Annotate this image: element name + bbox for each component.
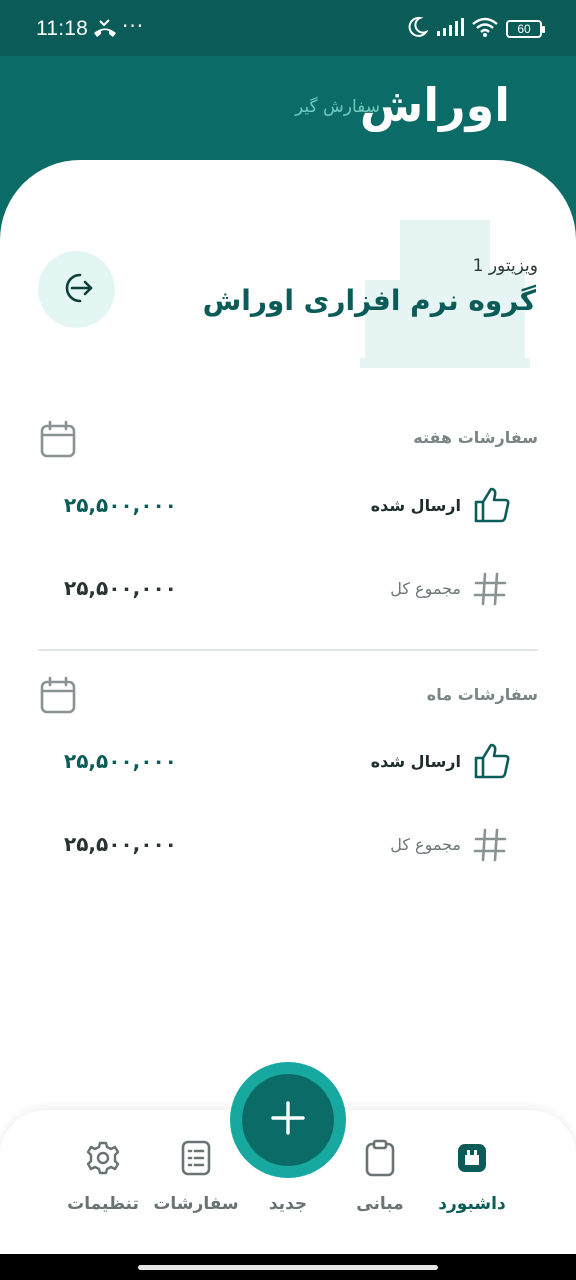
moon-icon	[406, 16, 429, 42]
clipboard-icon	[364, 1136, 396, 1180]
nav-new-label: جدید	[268, 1194, 308, 1214]
missed-call-icon	[92, 18, 118, 44]
hash-icon	[472, 571, 508, 611]
nav-settings-label: تنظیمات	[67, 1194, 139, 1214]
monthly-total-value: ۲۵,۵۰۰,۰۰۰	[64, 832, 177, 856]
company-name: گروه نرم افزاری اوراش	[202, 284, 536, 317]
new-order-button[interactable]	[242, 1074, 334, 1166]
monthly-orders-title: سفارشات ماه	[426, 685, 538, 704]
nav-basics-label: مبانی	[356, 1194, 404, 1214]
battery-icon: 60	[506, 20, 545, 38]
nav-orders[interactable]: سفارشات	[151, 1136, 241, 1226]
nav-orders-label: سفارشات	[153, 1194, 239, 1214]
weekly-total-value: ۲۵,۵۰۰,۰۰۰	[64, 576, 177, 600]
monthly-total-label: مجموع کل	[390, 835, 461, 854]
plus-icon	[270, 1100, 306, 1140]
logout-button[interactable]	[38, 251, 115, 328]
user-role: ویزیتور 1	[472, 256, 538, 276]
nav-dashboard[interactable]: داشبورد	[427, 1136, 517, 1226]
logout-icon	[58, 269, 96, 311]
monthly-sent-value: ۲۵,۵۰۰,۰۰۰	[64, 749, 177, 773]
thumbs-up-icon	[472, 486, 512, 528]
hash-icon	[472, 827, 508, 867]
weekly-orders-title: سفارشات هفته	[413, 428, 538, 447]
calendar-icon[interactable]	[40, 420, 76, 462]
nav-basics[interactable]: مبانی	[335, 1136, 425, 1226]
weekly-sent-label: ارسال شده	[370, 496, 461, 515]
nav-dashboard-label: داشبورد	[438, 1194, 506, 1214]
signal-icon	[436, 17, 464, 41]
thumbs-up-icon	[472, 742, 512, 784]
section-divider	[38, 649, 538, 651]
status-time: 11:18	[36, 17, 88, 40]
wifi-icon	[472, 17, 498, 41]
app-logo: اوراش	[359, 78, 510, 132]
status-dots: ···	[122, 14, 145, 38]
home-indicator[interactable]	[138, 1265, 438, 1270]
status-bar: 11:18 ··· 60	[0, 0, 576, 56]
weekly-sent-value: ۲۵,۵۰۰,۰۰۰	[64, 493, 177, 517]
orders-list-icon	[180, 1136, 212, 1180]
calendar-icon[interactable]	[40, 676, 76, 718]
gear-icon	[85, 1136, 121, 1180]
weekly-total-label: مجموع کل	[390, 579, 461, 598]
nav-settings[interactable]: تنظیمات	[58, 1136, 148, 1226]
system-gesture-bar	[0, 1254, 576, 1280]
monthly-sent-label: ارسال شده	[370, 752, 461, 771]
dashboard-icon	[456, 1136, 488, 1180]
